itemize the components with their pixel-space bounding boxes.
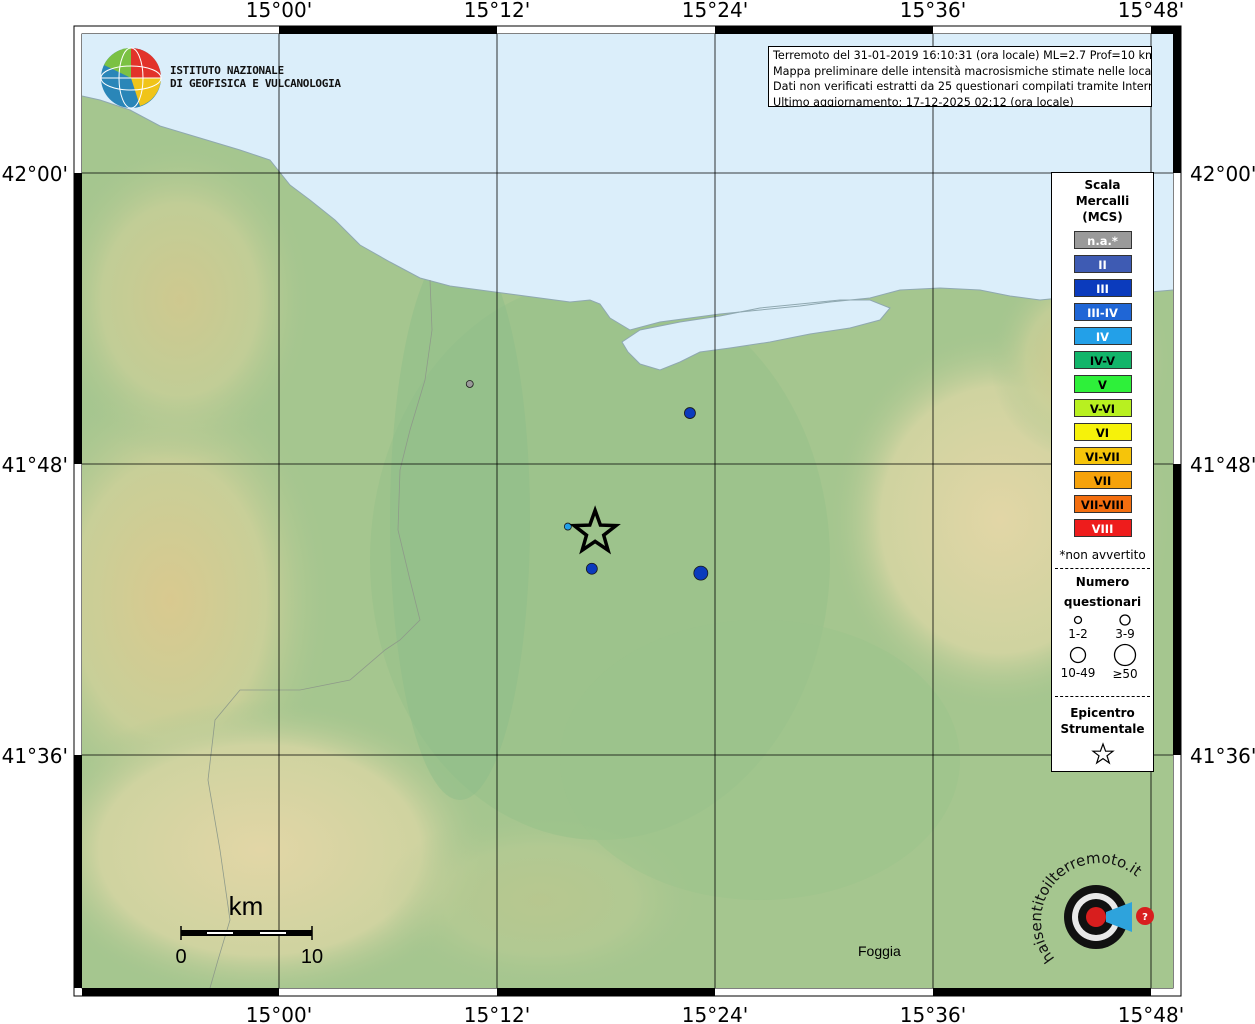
ingv-name-line1: ISTITUTO NAZIONALE	[170, 64, 284, 77]
scale-bar-unit: km	[229, 891, 264, 921]
mercalli-scale-list: n.a.* II III III-IV IV IV-V V V-VI VI VI-VII VII VI…	[1052, 231, 1153, 537]
mercalli-scale-item: V-VI	[1073, 399, 1132, 417]
ingv-globe-icon	[100, 47, 162, 109]
lon-label: 15°00'	[246, 1003, 312, 1024]
mercalli-scale-item: VII	[1073, 471, 1132, 489]
lon-label: 15°24'	[682, 1003, 748, 1024]
mercalli-scale-item: n.a.*	[1073, 231, 1132, 249]
event-info-line: Mappa preliminare delle intensità macros…	[773, 64, 1152, 78]
intensity-legend: Scala Mercalli (MCS) n.a.* II III III-IV IV IV-…	[1051, 172, 1154, 772]
count-symbols: 1-2 3-9 10-49 ≥50	[1052, 612, 1153, 690]
lat-label: 41°36'	[2, 744, 68, 768]
ingv-name: ISTITUTO NAZIONALE DI GEOFISICA E VULCAN…	[170, 64, 341, 90]
epicenter-star-icon	[1090, 742, 1115, 765]
event-info-line: Dati non verificati estratti da 25 quest…	[773, 80, 1152, 93]
lon-label: 15°12'	[464, 1003, 530, 1024]
scale-bar-start: 0	[175, 946, 186, 968]
intensity-point[interactable]	[465, 380, 474, 388]
lon-label: 15°12'	[464, 0, 530, 22]
svg-text:?: ?	[1142, 912, 1148, 923]
mercalli-scale-item: IV	[1073, 327, 1132, 345]
latitude-labels-left: 42°00' 41°48' 41°36'	[2, 162, 68, 768]
legend-divider	[1055, 696, 1150, 697]
mercalli-scale-item: II	[1073, 255, 1132, 273]
lat-label: 41°48'	[2, 453, 68, 477]
lon-label: 15°36'	[900, 0, 966, 22]
lon-label: 15°24'	[682, 0, 748, 22]
longitude-labels-top: 15°00' 15°12' 15°24' 15°36' 15°48'	[246, 0, 1184, 22]
lon-label: 15°00'	[246, 0, 312, 22]
lon-label: 15°48'	[1118, 0, 1184, 22]
legend-title: Scala Mercalli (MCS)	[1052, 177, 1153, 225]
count-label: 10-49	[1060, 666, 1096, 680]
mercalli-scale-item: III-IV	[1073, 303, 1132, 321]
mercalli-scale-item: VII-VIII	[1073, 495, 1132, 513]
intensity-point[interactable]	[684, 407, 696, 419]
count-label: ≥50	[1112, 667, 1138, 681]
scale-bar-end: 10	[301, 946, 323, 968]
lon-label: 15°48'	[1118, 1003, 1184, 1024]
mercalli-scale-item: VIII	[1073, 519, 1132, 537]
mercalli-scale-item: III	[1073, 279, 1132, 297]
ingv-name-line2: DI GEOFISICA E VULCANOLOGIA	[170, 77, 341, 90]
lat-label: 42°00'	[2, 162, 68, 186]
event-info-box: Terremoto del 31-01-2019 16:10:31 (ora l…	[768, 46, 1152, 107]
mercalli-scale-item: VI-VII	[1073, 447, 1132, 465]
longitude-labels-bottom: 15°00' 15°12' 15°24' 15°36' 15°48'	[246, 1003, 1184, 1024]
mercalli-scale-item: VI	[1073, 423, 1132, 441]
mercalli-scale-item: IV-V	[1073, 351, 1132, 369]
not-felt-note: *non avvertito	[1059, 548, 1146, 562]
lat-label: 41°36'	[1190, 744, 1255, 768]
event-info-line: Ultimo aggiornamento: 17-12-2025 02:12 (…	[773, 95, 1074, 107]
legend-divider	[1055, 568, 1150, 569]
intensity-point[interactable]	[585, 562, 598, 575]
place-label-foggia: Foggia	[858, 943, 901, 959]
count-label: 1-2	[1068, 627, 1088, 641]
legend-title-line: Scala	[1084, 178, 1121, 192]
count-title: Numero questionari	[1063, 575, 1142, 609]
count-label: 3-9	[1115, 627, 1135, 641]
intensity-point[interactable]	[693, 565, 709, 581]
lon-label: 15°36'	[900, 1003, 966, 1024]
event-info-line: Terremoto del 31-01-2019 16:10:31 (ora l…	[773, 49, 1152, 62]
legend-title-line: (MCS)	[1082, 210, 1123, 224]
lat-label: 42°00'	[1190, 162, 1255, 186]
lat-label: 41°48'	[1190, 453, 1255, 477]
mercalli-scale-item: V	[1073, 375, 1132, 393]
legend-title-line: Mercalli	[1075, 194, 1130, 208]
latitude-labels-right: 42°00' 41°48' 41°36'	[1190, 162, 1255, 768]
epicenter-title: Epicentro Strumentale	[1060, 706, 1145, 736]
